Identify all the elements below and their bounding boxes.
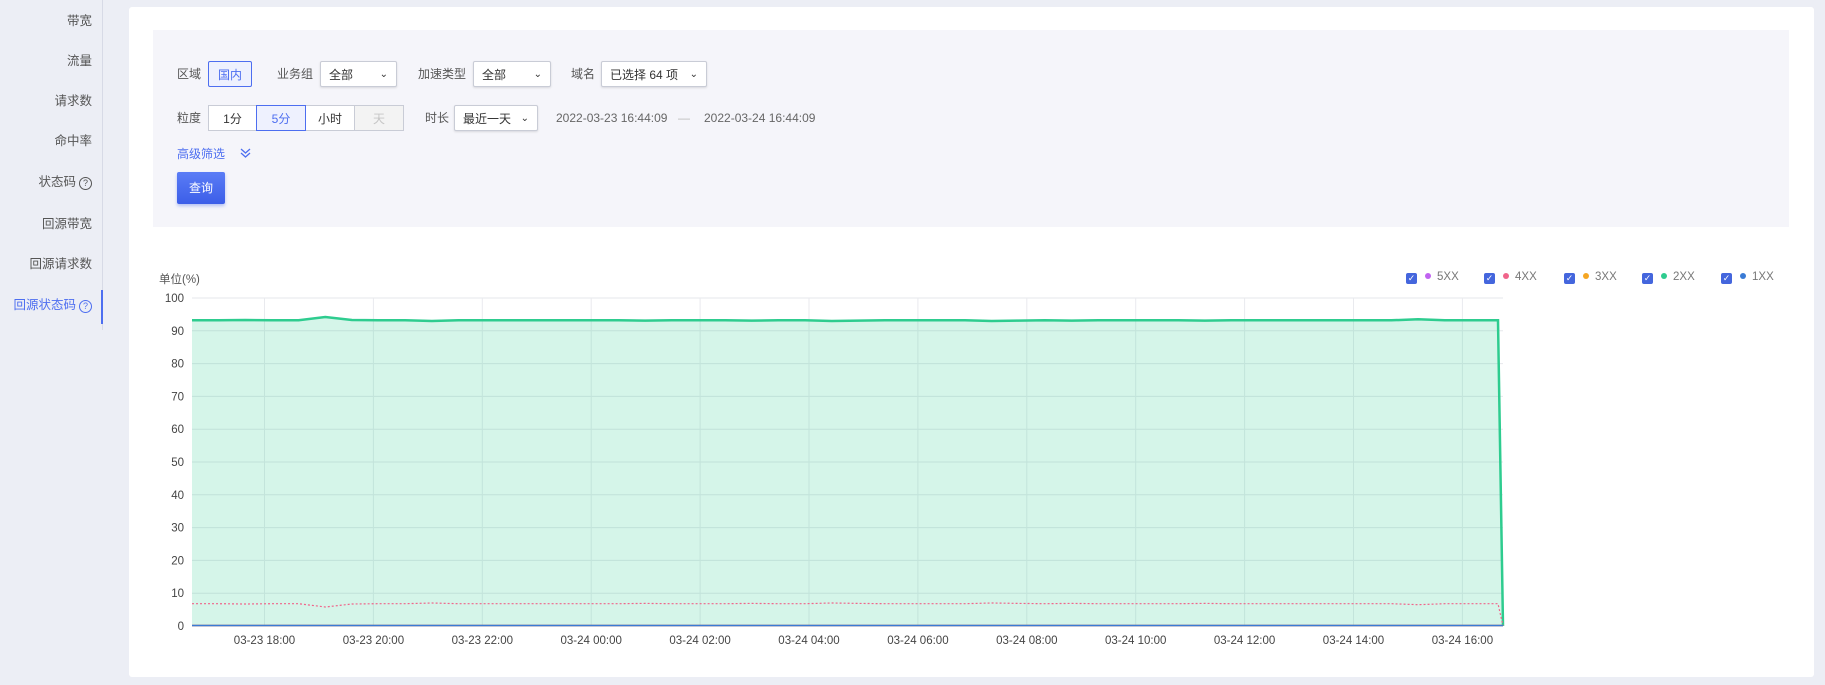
x-tick-label: 03-24 00:00 xyxy=(561,635,622,647)
sidebar-item-label: 带宽 xyxy=(66,14,92,28)
status-code-area-chart[interactable]: 0 10 20 30 40 50 60 70 80 90 100 03-23 18:00 03-23 2… xyxy=(129,7,1814,677)
y-tick-label: 50 xyxy=(171,457,184,469)
x-tick-label: 03-24 02:00 xyxy=(669,635,730,647)
sidebar-item-label: 状态码 xyxy=(38,175,76,189)
sidebar-item-bandwidth[interactable]: 带宽 xyxy=(67,10,92,32)
series-2xx-area xyxy=(192,317,1503,626)
sidebar-item-label: 回源请求数 xyxy=(29,257,92,271)
x-tick-label: 03-24 06:00 xyxy=(887,635,948,647)
x-tick-label: 03-23 20:00 xyxy=(343,635,404,647)
x-tick-label: 03-24 14:00 xyxy=(1323,635,1384,647)
x-tick-label: 03-24 04:00 xyxy=(778,635,839,647)
y-tick-label: 70 xyxy=(171,391,184,403)
y-tick-label: 20 xyxy=(171,555,184,567)
x-tick-label: 03-24 10:00 xyxy=(1105,635,1166,647)
sidebar-item-hit-rate[interactable]: 命中率 xyxy=(54,130,92,152)
granularity-5min[interactable]: 5分 xyxy=(256,105,306,131)
sidebar-item-traffic[interactable]: 流量 xyxy=(67,50,92,72)
sidebar-nav: 带宽 流量 请求数 命中率 状态码? 回源带宽 回源请求数 回源状态码? xyxy=(0,0,103,685)
sidebar-item-label: 请求数 xyxy=(54,94,92,108)
y-tick-label: 0 xyxy=(178,621,184,633)
x-tick-label: 03-23 22:00 xyxy=(452,635,513,647)
sidebar-item-label: 回源状态码 xyxy=(13,298,76,312)
y-tick-label: 60 xyxy=(171,424,184,436)
sidebar-divider xyxy=(102,0,103,330)
sidebar-item-origin-requests[interactable]: 回源请求数 xyxy=(29,253,92,275)
x-tick-label: 03-23 18:00 xyxy=(234,635,295,647)
help-icon[interactable]: ? xyxy=(79,300,92,313)
active-indicator xyxy=(101,290,103,324)
help-icon[interactable]: ? xyxy=(79,177,92,190)
y-tick-label: 40 xyxy=(171,490,184,502)
y-tick-label: 100 xyxy=(165,293,184,305)
x-tick-label: 03-24 12:00 xyxy=(1214,635,1275,647)
sidebar-item-label: 流量 xyxy=(66,54,92,68)
y-tick-label: 90 xyxy=(171,326,184,338)
y-tick-label: 30 xyxy=(171,523,184,535)
main-card: 区域 国内 业务组 全部 ⌄ 加速类型 全部 ⌄ 域名 已选择 64 项 ⌄ 粒… xyxy=(129,7,1814,677)
sidebar-item-label: 命中率 xyxy=(54,134,92,148)
y-tick-label: 10 xyxy=(171,588,184,600)
sidebar-item-status-code[interactable]: 状态码? xyxy=(38,171,92,193)
sidebar-item-origin-bandwidth[interactable]: 回源带宽 xyxy=(42,213,92,235)
x-tick-label: 03-24 08:00 xyxy=(996,635,1057,647)
sidebar-item-requests[interactable]: 请求数 xyxy=(54,90,92,112)
sidebar-item-origin-status-code[interactable]: 回源状态码? xyxy=(13,294,92,316)
x-tick-label: 03-24 16:00 xyxy=(1432,635,1493,647)
sidebar-item-label: 回源带宽 xyxy=(41,217,92,231)
y-tick-label: 80 xyxy=(171,359,184,371)
